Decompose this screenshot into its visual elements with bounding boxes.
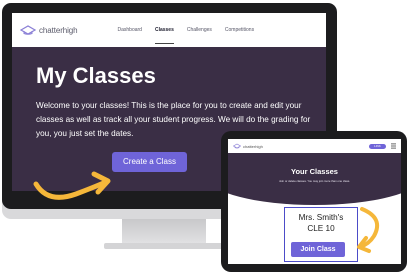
join-class-button[interactable]: Join Class [291,242,345,257]
curved-arrow-icon [33,171,111,200]
monitor-stand-base [104,243,224,249]
nav-dashboard[interactable]: Dashboard [117,27,141,33]
monitor-stand [122,219,206,245]
tablet-badge-label: LINK [374,144,381,148]
class-card: Mrs. Smith's CLE 10 Join Class [284,207,358,262]
tablet-logo[interactable]: chatterhigh [233,143,263,149]
nav-competitions[interactable]: Competitions [225,27,254,33]
tablet-badge[interactable]: LINK [369,144,386,149]
nav-links: Dashboard Classes Challenges Competition… [117,27,267,44]
logo[interactable]: chatterhigh [20,25,78,35]
page-title: My Classes [36,63,156,88]
hamburger-menu-icon[interactable] [391,143,396,149]
top-navigation: chatterhigh Dashboard Classes Challenges… [12,13,326,47]
chatterhigh-logo-icon [233,143,241,149]
class-name: Mrs. Smith's CLE 10 [285,212,357,234]
nav-classes[interactable]: Classes [154,27,174,44]
create-class-button[interactable]: Create a Class [112,152,187,172]
class-teacher: Mrs. Smith's [298,213,344,222]
class-code: CLE 10 [307,224,335,233]
curved-arrow-icon [357,207,379,253]
tablet-page-title: Your Classes [291,167,338,176]
tablet-top-bar: chatterhigh LINK [228,139,401,153]
nav-challenges[interactable]: Challenges [187,27,212,33]
tablet-logo-text: chatterhigh [243,143,263,149]
tablet-page-subtitle: Join or delete classes. You may join mor… [278,179,351,183]
chatterhigh-logo-icon [20,25,36,35]
logo-text: chatterhigh [39,25,78,35]
